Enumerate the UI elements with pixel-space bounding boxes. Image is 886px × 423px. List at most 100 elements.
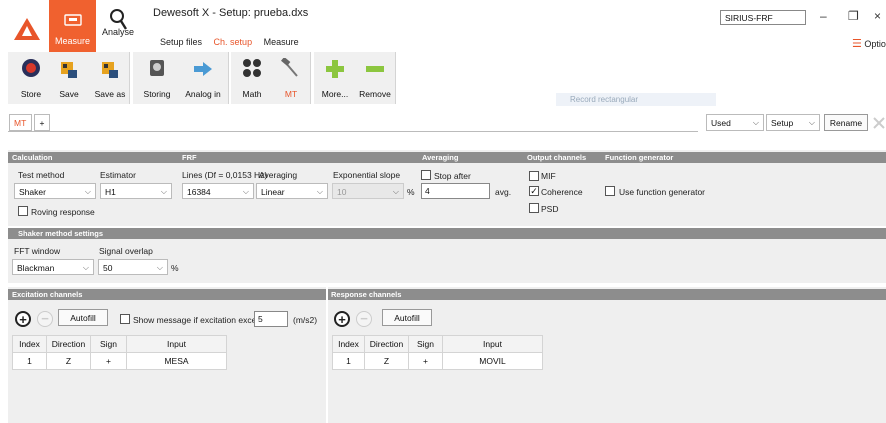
response-cell-sign[interactable]: + <box>408 352 443 370</box>
exp-slope-value: 10 <box>337 187 347 197</box>
chevron-down-icon: ⌵ <box>156 263 163 272</box>
excitation-col-index: Index <box>12 335 47 353</box>
used-select[interactable]: Used ⌵ <box>706 114 764 131</box>
function-generator-header: Function generator <box>605 153 674 162</box>
subtab-setup-files[interactable]: Setup files <box>160 37 202 47</box>
response-cell-index: 1 <box>332 352 365 370</box>
coherence-label: Coherence <box>541 187 583 197</box>
add-response-icon[interactable]: + <box>334 311 350 327</box>
excitation-cell-direction[interactable]: Z <box>46 352 91 370</box>
chevron-down-icon: ⌵ <box>160 187 167 196</box>
response-col-direction: Direction <box>364 335 409 353</box>
table-row[interactable]: 1 Z + MOVIL <box>332 352 543 370</box>
setup-select[interactable]: Setup ⌵ <box>766 114 820 131</box>
measure-icon <box>64 14 82 26</box>
store-button[interactable]: Store <box>14 52 48 104</box>
output-channels-header: Output channels <box>527 153 587 162</box>
rename-button[interactable]: Rename <box>824 114 868 131</box>
hammer-icon <box>281 58 298 77</box>
use-function-generator-checkbox[interactable] <box>605 186 615 196</box>
record-rectangular-hint: Record rectangular <box>556 93 716 106</box>
mt-label: MT <box>284 89 298 99</box>
restore-button[interactable]: ❐ <box>848 9 859 23</box>
use-function-generator-label: Use function generator <box>619 187 705 197</box>
roving-response-checkbox[interactable] <box>18 206 28 216</box>
minus-icon <box>366 66 384 72</box>
excitation-threshold-unit: (m/s2) <box>293 315 318 325</box>
plus-icon <box>326 60 344 78</box>
mode-measure-button[interactable]: Measure <box>49 0 96 52</box>
tools-icon[interactable] <box>872 116 886 130</box>
signal-overlap-select[interactable]: 50 ⌵ <box>98 259 168 275</box>
mode-analyse-button[interactable]: Analyse <box>98 0 138 52</box>
response-header: Response channels <box>331 290 402 299</box>
show-message-label: Show message if excitation exceeds <box>133 315 271 325</box>
minimize-button[interactable]: – <box>820 9 827 23</box>
subtab-measure[interactable]: Measure <box>264 37 299 47</box>
save-icon <box>61 62 77 78</box>
math-icon <box>243 59 261 77</box>
math-button[interactable]: Math <box>234 52 270 104</box>
test-method-select[interactable]: Shaker ⌵ <box>14 183 96 199</box>
average-count-input[interactable]: 4 <box>421 183 490 199</box>
excitation-cell-input[interactable]: MESA <box>126 352 227 370</box>
fft-window-select[interactable]: Blackman ⌵ <box>12 259 94 275</box>
hamburger-icon: ☰ <box>852 38 862 50</box>
storing-label: Storing <box>143 89 171 99</box>
stop-after-checkbox[interactable] <box>421 170 431 180</box>
coherence-checkbox[interactable]: ✓ <box>529 186 539 196</box>
exp-slope-label: Exponential slope <box>333 170 401 180</box>
record-icon <box>22 59 40 77</box>
show-message-checkbox[interactable] <box>120 314 130 324</box>
analog-in-icon <box>194 62 212 76</box>
exp-slope-select[interactable]: 10 ⌵ <box>332 183 404 199</box>
calculation-header: Calculation <box>12 153 53 162</box>
table-row[interactable]: 1 Z + MESA <box>12 352 227 370</box>
lines-value: 16384 <box>187 187 211 197</box>
fft-window-value: Blackman <box>17 263 55 273</box>
averaging-type-select[interactable]: Linear ⌵ <box>256 183 328 199</box>
estimator-select[interactable]: H1 ⌵ <box>100 183 172 199</box>
excitation-table: Index Direction Sign Input 1 Z + MESA <box>12 335 227 370</box>
setup-select-value: Setup <box>771 118 794 128</box>
dewesoft-logo-icon <box>14 18 40 40</box>
device-field[interactable]: SIRIUS-FRF <box>720 10 806 25</box>
close-button[interactable]: × <box>874 9 881 23</box>
average-count-unit: avg. <box>495 187 512 197</box>
save-as-icon <box>102 62 118 78</box>
tab-add[interactable]: + <box>34 114 50 131</box>
storing-button[interactable]: Storing <box>136 52 178 104</box>
mif-checkbox[interactable] <box>529 171 539 181</box>
remove-response-icon[interactable]: − <box>356 311 372 327</box>
chevron-down-icon: ⌵ <box>392 187 399 196</box>
response-cell-direction[interactable]: Z <box>364 352 409 370</box>
add-excitation-icon[interactable]: + <box>15 311 31 327</box>
save-button[interactable]: Save <box>52 52 86 104</box>
excitation-cell-sign[interactable]: + <box>90 352 127 370</box>
remove-button[interactable]: Remove <box>356 52 394 104</box>
save-as-button[interactable]: Save as <box>92 52 128 104</box>
exp-slope-unit: % <box>407 187 415 197</box>
lines-select[interactable]: 16384 ⌵ <box>182 183 254 199</box>
storing-icon <box>150 60 164 76</box>
tab-mt[interactable]: MT <box>9 114 32 131</box>
excitation-col-sign: Sign <box>90 335 127 353</box>
save-as-label: Save as <box>94 89 126 99</box>
mt-button[interactable]: MT <box>274 52 308 104</box>
averaging-type-value: Linear <box>261 187 285 197</box>
excitation-autofill-button[interactable]: Autofill <box>58 309 108 326</box>
subtab-ch-setup[interactable]: Ch. setup <box>214 37 253 47</box>
options-menu[interactable]: ☰ Optio <box>852 37 886 50</box>
test-method-label: Test method <box>18 170 65 180</box>
psd-checkbox[interactable] <box>529 203 539 213</box>
response-cell-input[interactable]: MOVIL <box>442 352 543 370</box>
response-autofill-button[interactable]: Autofill <box>382 309 432 326</box>
analog-in-button[interactable]: Analog in <box>180 52 226 104</box>
remove-excitation-icon[interactable]: − <box>37 311 53 327</box>
signal-overlap-label: Signal overlap <box>99 246 153 256</box>
excitation-cell-index: 1 <box>12 352 47 370</box>
more-button[interactable]: More... <box>318 52 352 104</box>
excitation-threshold-input[interactable]: 5 <box>254 311 288 327</box>
stop-after-label: Stop after <box>434 171 471 181</box>
mode-measure-label: Measure <box>54 36 90 46</box>
